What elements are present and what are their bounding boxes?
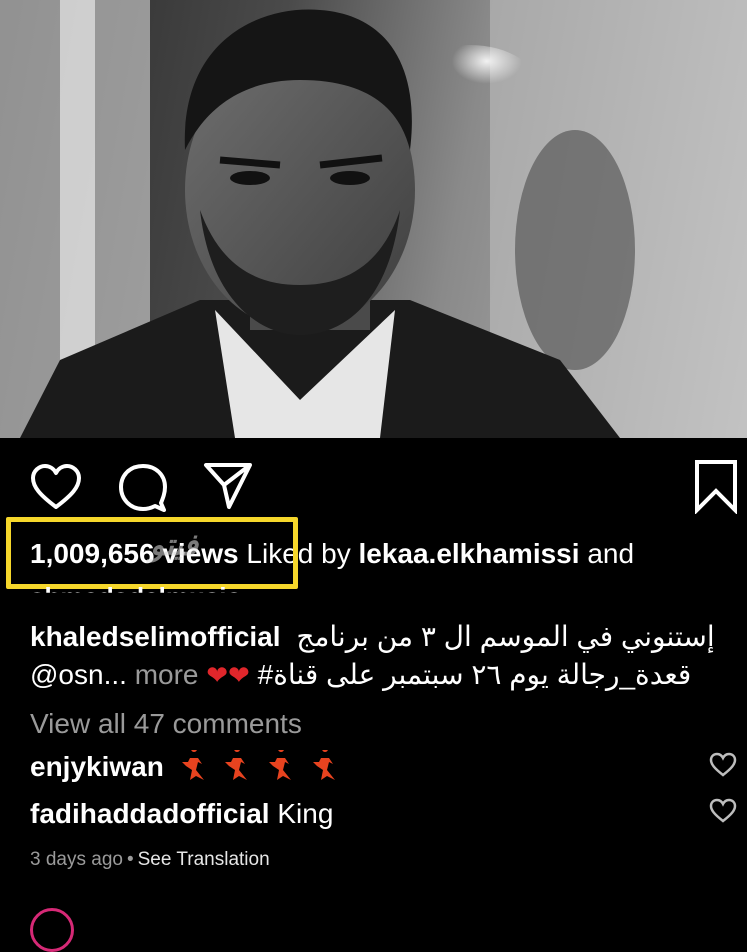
liked-by-suffix: and [587,538,635,569]
views-highlight-box [6,517,298,589]
see-translation-link[interactable]: See Translation [138,849,270,870]
caption-username[interactable]: khaledselimofficial [30,621,281,652]
liked-by-user[interactable]: lekaa.elkhamissi [358,538,579,569]
caption-line-1: khaledselimofficial إستنوني في الموسم ال… [30,620,715,654]
caption-line-2: @osn... more ❤❤ قعدة_رجالة يوم ٢٦ سبتمبر… [30,658,692,692]
caption-text-line1: إستنوني في الموسم ال ٣ من برنامج [296,621,715,652]
small-heart-icon[interactable] [709,752,737,778]
portrait-image [0,0,747,438]
post-timestamp: 3 days ago [30,849,123,870]
post-action-bar [0,455,747,517]
liked-by-second-user[interactable]: ahmedadelmusic [30,582,241,593]
post-meta: 3 days ago • See Translation [30,848,270,872]
paper-plane-icon[interactable] [203,461,253,511]
more-link[interactable]: more [135,659,199,690]
caption-text-line2: قعدة_رجالة يوم ٢٦ سبتمبر على قناة# [257,659,692,690]
small-heart-icon[interactable] [709,798,737,824]
comment-bubble-icon[interactable] [117,463,169,513]
heart-outline-icon[interactable] [30,463,82,511]
next-post-avatar[interactable] [30,908,74,952]
view-all-comments-link[interactable]: View all 47 comments [30,707,302,741]
comment-text: King [277,798,334,829]
heart-emoji-icon: ❤❤ [206,660,250,690]
post-photo[interactable] [0,0,747,438]
comment-row: fadihaddadofficial King [30,797,333,831]
bookmark-icon[interactable] [693,458,739,514]
dancer-emoji-icon [172,750,339,782]
comment-row: enjykiwan [30,750,339,784]
separator-dot: • [126,849,134,870]
comment-username[interactable]: enjykiwan [30,751,164,782]
comment-username[interactable]: fadihaddadofficial [30,798,270,829]
caption-mention[interactable]: @osn... [30,659,127,690]
